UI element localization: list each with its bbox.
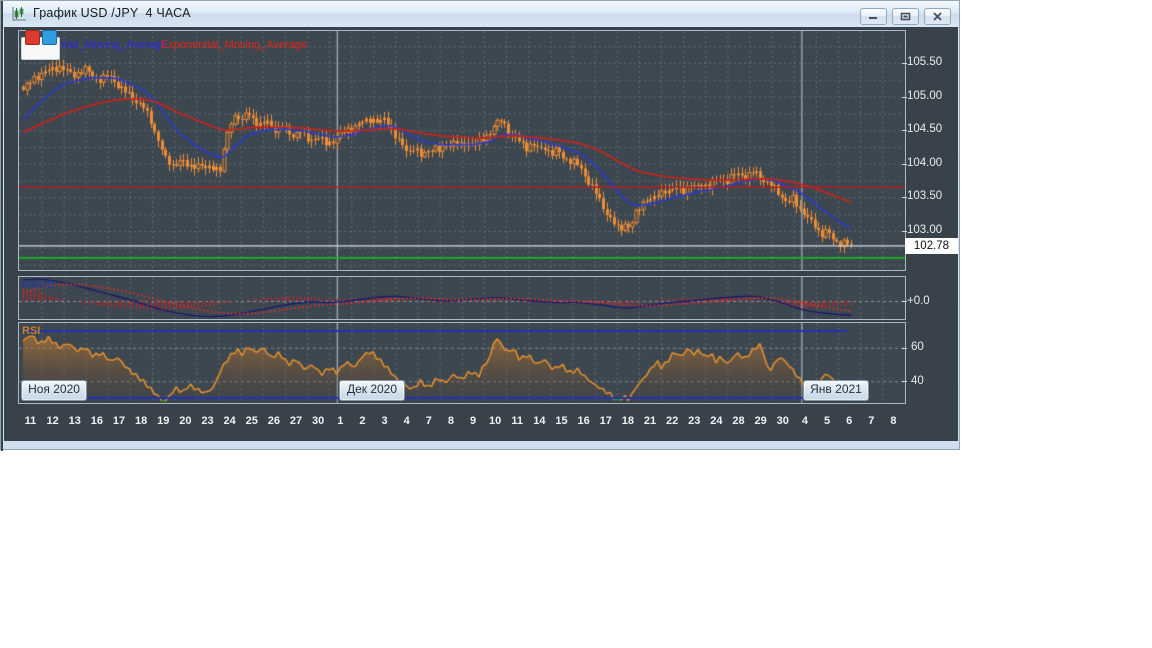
minimize-button[interactable] [860,8,887,25]
time-axis-label: 14 [528,415,550,427]
time-axis-label: 7 [860,415,882,427]
chart-client-area: Exponential_Moving_Average Exponential_M… [4,27,958,441]
macd-axis-value: +0.0 [907,295,930,307]
price-axis-label: 104.50 [907,123,942,135]
price-axis-tick [902,231,907,232]
current-price-box: 102.78 [905,238,958,254]
restore-icon [900,12,911,21]
time-axis-label: 7 [418,415,440,427]
time-axis-label: 11 [506,415,528,427]
price-axis-tick [902,63,907,64]
rsi-level-60-label: 60 [911,341,924,353]
time-axis-label: 8 [882,415,904,427]
price-axis-tick [902,164,907,165]
time-axis-label: 15 [551,415,573,427]
time-axis-label: 9 [462,415,484,427]
time-axis-label: 12 [42,415,64,427]
price-axis-tick [902,197,907,198]
price-axis-label: 105.50 [907,56,942,68]
price-axis-label: 105.00 [907,90,942,102]
time-axis-label: 17 [108,415,130,427]
red-swatch-button[interactable] [25,30,40,45]
window-title: График USD /JPY 4 ЧАСА [33,6,191,20]
price-axis-tick [902,130,907,131]
time-axis-label: 23 [197,415,219,427]
time-axis-label: 20 [174,415,196,427]
rsi-panel-label: RSI [22,325,40,337]
price-axis-label: 103.00 [907,224,942,236]
rsi-axis-tick [902,381,907,382]
time-axis-label: 2 [351,415,373,427]
time-axis-label: 5 [816,415,838,427]
time-axis-label: 25 [241,415,263,427]
time-axis-label: 4 [794,415,816,427]
time-axis-label: 11 [20,415,42,427]
rsi-panel-canvas[interactable] [18,322,906,404]
time-axis-label: 30 [307,415,329,427]
time-axis-label: 30 [772,415,794,427]
time-axis-label: 27 [285,415,307,427]
macd-axis-tick [902,301,907,302]
close-button[interactable] [924,8,951,25]
price-axis-label: 103.50 [907,190,942,202]
time-axis-label: 28 [728,415,750,427]
time-axis-label: 3 [374,415,396,427]
time-axis-label: 18 [130,415,152,427]
time-axis-label: 23 [683,415,705,427]
legend-ma-red-label: Exponential_Moving_Average [161,39,307,51]
macd-panel-canvas[interactable] [18,276,906,320]
time-axis-label: 4 [396,415,418,427]
window-left-edge [1,1,3,451]
minimize-icon [868,12,879,21]
time-axis-label: 24 [705,415,727,427]
time-axis-label: 24 [219,415,241,427]
blue-swatch-button[interactable] [42,30,57,45]
titlebar[interactable]: График USD /JPY 4 ЧАСА [3,1,959,28]
rsi-axis-tick [902,348,907,349]
main-chart-canvas[interactable] [18,30,906,271]
time-axis-label: 8 [440,415,462,427]
time-axis-label: 29 [750,415,772,427]
time-axis-label: 26 [263,415,285,427]
time-axis-label: 16 [86,415,108,427]
chart-window: График USD /JPY 4 ЧАСА Exponential_Movin… [0,0,960,450]
price-axis-label: 104.00 [907,157,942,169]
time-axis-label: 21 [639,415,661,427]
macd-panel-label: MACD [22,279,55,291]
price-axis-tick [902,97,907,98]
time-axis-label: 10 [484,415,506,427]
rsi-level-40-label: 40 [911,375,924,387]
time-axis-label: 22 [661,415,683,427]
date-box-dec: Дек 2020 [339,380,405,401]
time-axis-label: 1 [329,415,351,427]
time-axis-label: 6 [838,415,860,427]
date-box-nov: Ноя 2020 [21,380,87,401]
time-axis-label: 19 [152,415,174,427]
time-axis-label: 18 [617,415,639,427]
time-axis-label: 16 [573,415,595,427]
close-icon [932,12,943,21]
restore-button[interactable] [892,8,919,25]
time-axis-label: 13 [64,415,86,427]
time-axis-label: 17 [595,415,617,427]
candlestick-chart-icon [11,6,28,22]
date-box-jan: Янв 2021 [803,380,869,401]
